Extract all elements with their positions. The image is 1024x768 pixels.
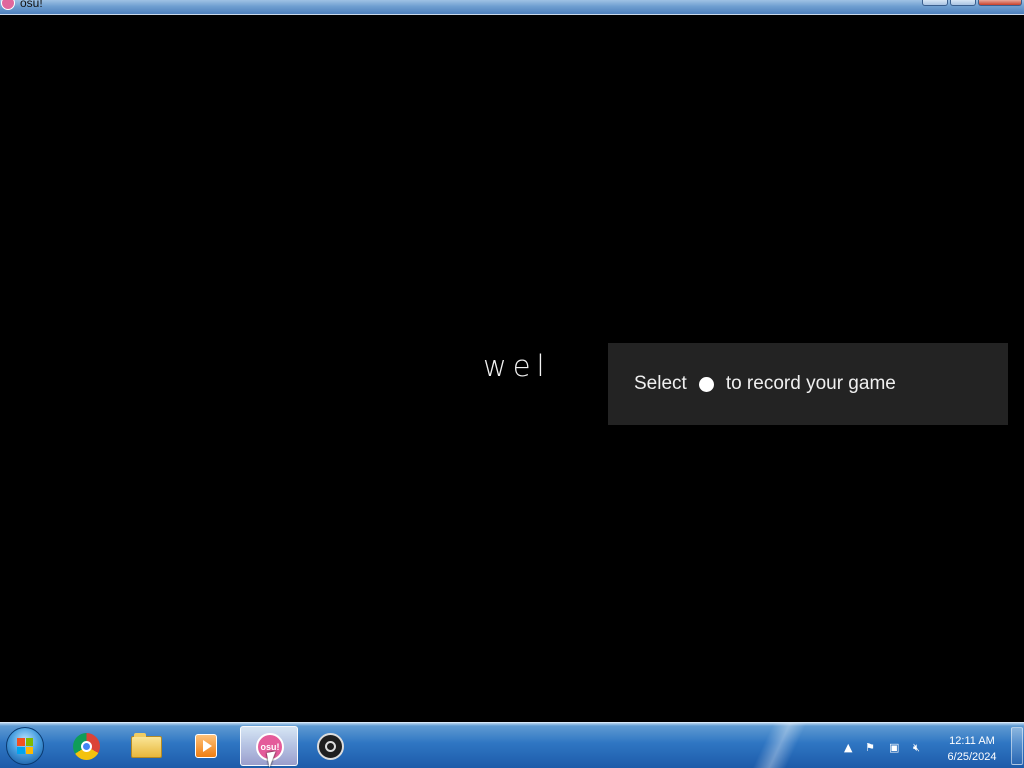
network-icon[interactable]: ▣	[889, 742, 899, 754]
taskbar-chrome-button[interactable]	[58, 726, 116, 766]
taskbar-media-player-button[interactable]	[178, 726, 236, 766]
window-title-bar[interactable]: osu!	[0, 0, 1024, 15]
game-viewport[interactable]: wel Select to record your game	[0, 15, 1024, 722]
obs-icon	[317, 733, 344, 760]
notification-message: Select to record your game	[634, 373, 896, 395]
start-button[interactable]	[6, 727, 44, 765]
notification-prefix: Select	[634, 373, 687, 394]
media-player-icon	[195, 734, 217, 758]
chrome-icon	[73, 733, 100, 760]
intro-welcome-text: wel	[483, 349, 551, 383]
notification-suffix: to record your game	[725, 373, 896, 394]
volume-muted-icon[interactable]: 🔇︎	[913, 742, 920, 754]
action-center-flag-icon[interactable]: ⚑	[865, 742, 875, 754]
window-controls	[922, 0, 1022, 6]
minimize-button[interactable]	[922, 0, 948, 6]
window-title: osu!	[20, 0, 43, 10]
taskbar-explorer-button[interactable]	[118, 726, 176, 766]
folder-icon	[131, 733, 162, 758]
clock[interactable]: 12:11 AM 6/25/2024	[940, 733, 1004, 765]
maximize-button[interactable]	[950, 0, 976, 6]
record-game-notification: Select to record your game	[608, 343, 1008, 425]
clock-date: 6/25/2024	[947, 751, 997, 763]
clock-time: 12:11 AM	[949, 735, 995, 747]
osu-app-icon	[1, 0, 15, 10]
taskbar: osu! ▲ ⚑ ▣ 🔇︎ 12:11 AM 6/25/2024	[0, 722, 1024, 768]
show-hidden-icons-arrow[interactable]: ▲	[844, 742, 852, 754]
circle-button-icon	[698, 376, 714, 392]
show-desktop-button[interactable]	[1011, 727, 1023, 765]
close-button[interactable]	[978, 0, 1022, 6]
taskbar-obs-button[interactable]	[301, 726, 359, 766]
windows-start-icon	[17, 738, 33, 754]
taskbar-highlight	[740, 723, 830, 768]
screen: osu! wel Select to record your game osu!…	[0, 0, 1024, 768]
